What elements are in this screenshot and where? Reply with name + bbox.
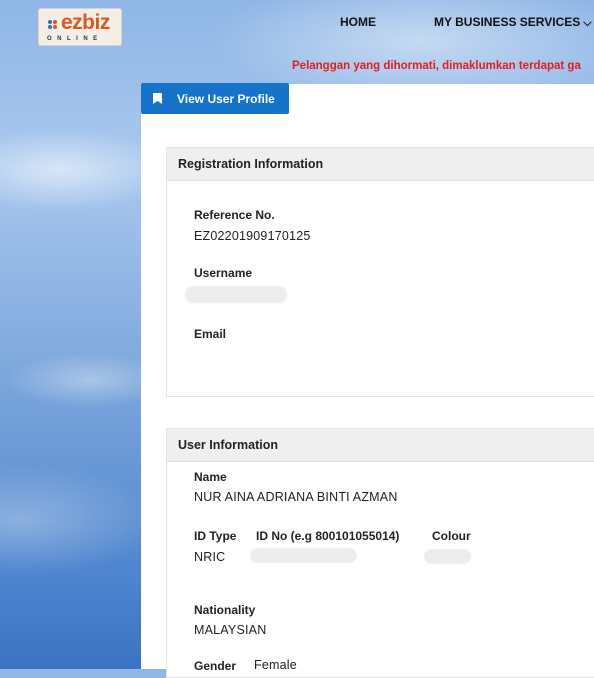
- gender-value: Female: [254, 658, 297, 672]
- user-information-card: User Information: [166, 428, 594, 678]
- announcement-marquee: Pelanggan yang dihormati, dimaklumkan te…: [292, 60, 581, 72]
- logo-text: ezbiz: [61, 11, 110, 34]
- nationality-label: Nationality: [194, 603, 256, 617]
- reference-no-value: EZ02201909170125: [194, 229, 311, 243]
- username-label: Username: [194, 266, 253, 280]
- reference-no-label: Reference No.: [194, 208, 275, 222]
- id-type-value: NRIC: [194, 550, 226, 564]
- ezbiz-logo[interactable]: ezbiz ONLINE: [38, 8, 122, 46]
- id-no-value-redacted: [250, 548, 357, 563]
- chevron-down-icon: ⌵: [583, 17, 592, 29]
- email-label: Email: [194, 327, 227, 341]
- nationality-value: MALAYSIAN: [194, 623, 267, 637]
- nav-home-link[interactable]: HOME: [340, 15, 376, 29]
- top-navigation-bar: ezbiz ONLINE HOME MY BUSINESS SERVICES ⌵ …: [0, 0, 594, 72]
- colour-label: Colour: [432, 529, 471, 543]
- colour-value-redacted: [424, 549, 471, 564]
- id-type-label: ID Type: [194, 529, 237, 543]
- bookmark-icon: [153, 93, 162, 104]
- name-label: Name: [194, 470, 227, 484]
- name-value: NUR AINA ADRIANA BINTI AZMAN: [194, 490, 398, 504]
- nav-my-business-services-label: MY BUSINESS SERVICES: [434, 15, 581, 29]
- username-value-redacted: [185, 286, 287, 303]
- registration-information-title: Registration Information: [167, 148, 594, 181]
- nav-my-business-services[interactable]: MY BUSINESS SERVICES ⌵: [434, 15, 592, 30]
- tab-label: View User Profile: [177, 92, 275, 106]
- tab-view-user-profile[interactable]: View User Profile: [141, 83, 289, 114]
- id-no-label: ID No (e.g 800101055014): [256, 529, 400, 543]
- logo-dots-icon: [48, 19, 62, 31]
- gender-label: Gender: [194, 659, 237, 673]
- user-information-title: User Information: [167, 429, 594, 462]
- logo-subtext: ONLINE: [47, 36, 103, 42]
